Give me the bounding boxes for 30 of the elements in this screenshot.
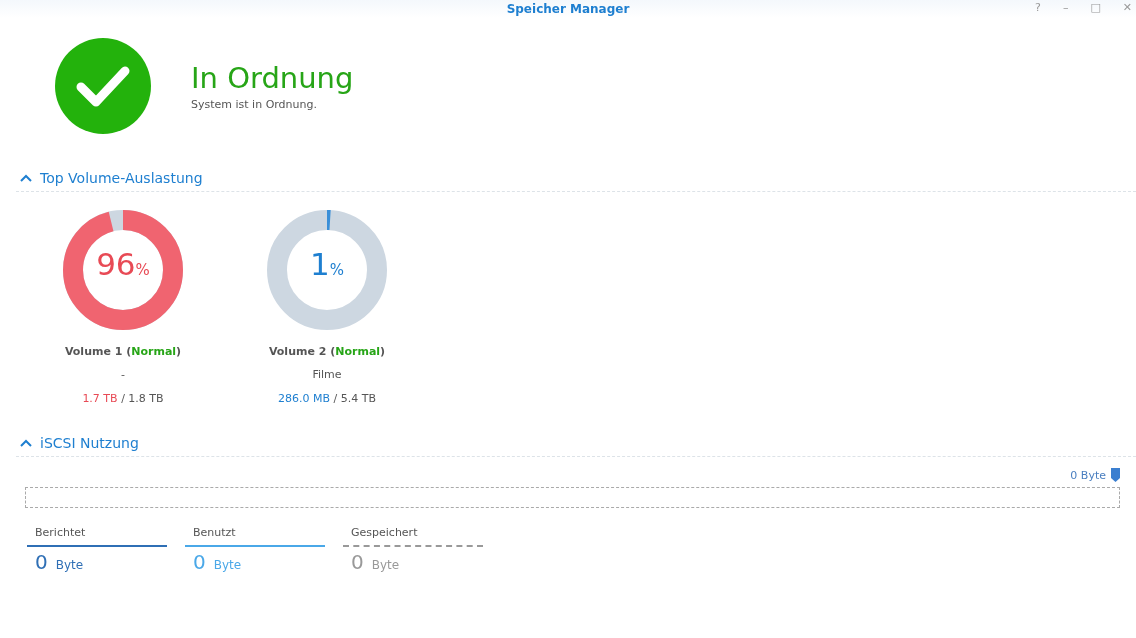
section-heading[interactable]: Top Volume-Auslastung [40,170,203,186]
window-control-button[interactable]: ? [1035,1,1041,14]
volume-usage: 286.0 MB / 5.4 TB [278,392,376,405]
volume-usage: 1.7 TB / 1.8 TB [82,392,164,405]
marker-pin-icon [1111,468,1120,482]
volume-description: Filme [312,368,342,381]
usage-percent: 1% [309,246,345,282]
stat-label: Gespeichert [350,526,419,541]
stat-value: 0 [351,550,364,574]
volume-name: Volume 2 (Normal) [268,345,386,358]
collapse-caret-icon[interactable] [20,174,32,182]
stat-value: 0 [35,550,48,574]
stat-unit: Byte [213,558,242,572]
collapse-caret-icon[interactable] [20,439,32,447]
window-control-button[interactable]: – [1062,1,1069,14]
stat-unit: Byte [371,558,400,572]
window-control-button[interactable]: □ [1090,1,1101,14]
window-control-button[interactable]: ✕ [1122,1,1132,14]
section-heading[interactable]: iSCSI Nutzung [40,435,139,451]
stat-label: Berichtet [34,526,87,541]
bar-marker-label: 0 Byte [1070,468,1106,482]
stat-value: 0 [193,550,206,574]
volume-name: Volume 1 (Normal) [64,345,182,358]
status-title: In Ordnung [191,61,354,95]
status-message: System ist in Ordnung. [191,98,318,111]
stat-unit: Byte [55,558,84,572]
volume-description: - [121,368,125,381]
window-title: Speicher Manager [506,2,630,16]
usage-percent: 96% [95,246,151,282]
stat-label: Benutzt [192,526,237,541]
